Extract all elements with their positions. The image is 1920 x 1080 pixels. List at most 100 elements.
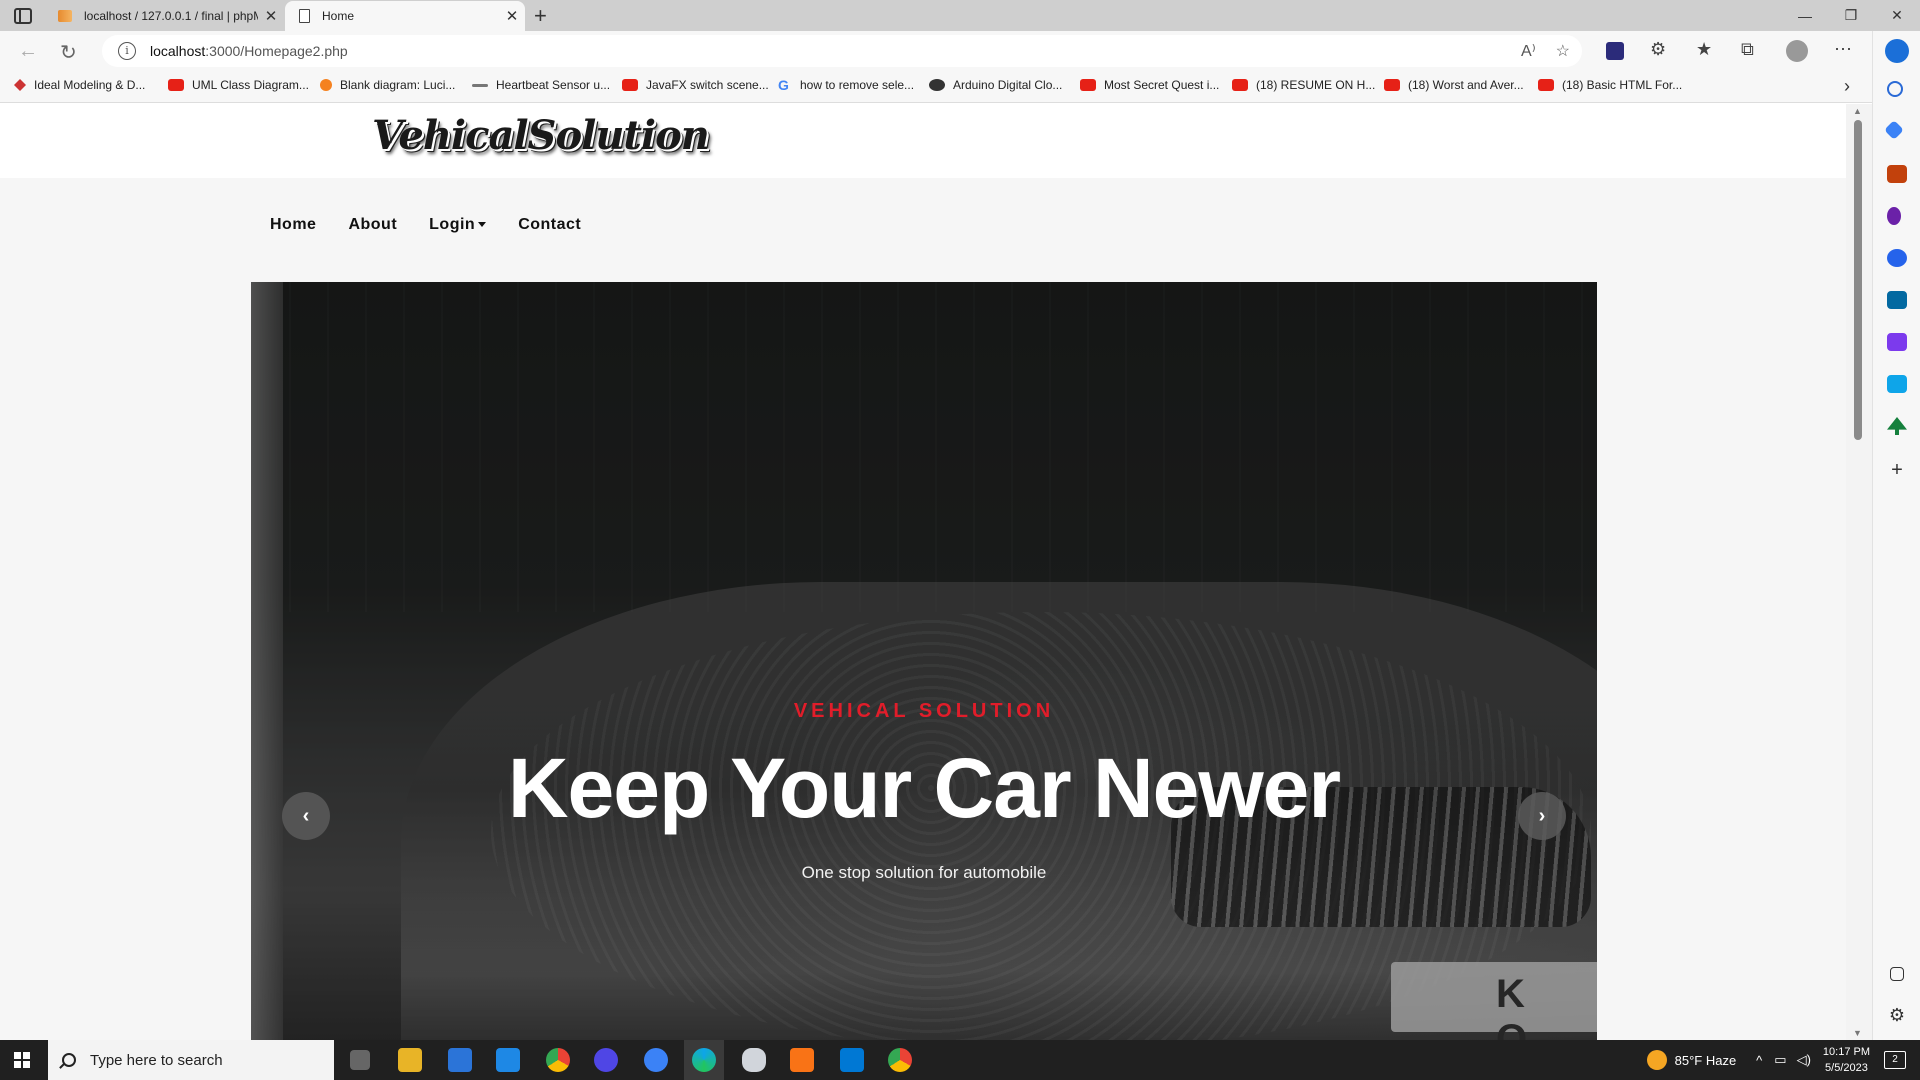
extensions-puzzle-icon[interactable]: ⚙	[1650, 39, 1666, 60]
address-bar[interactable]: i localhost:3000/Homepage2.php A⁾ ☆	[102, 35, 1582, 67]
phpmyadmin-favicon-icon	[58, 9, 72, 22]
caret-down-icon	[478, 222, 487, 228]
bookmark-item[interactable]: Ideal Modeling & D...	[14, 78, 145, 92]
extension-icon[interactable]	[1606, 42, 1624, 60]
store-icon[interactable]	[448, 1048, 472, 1072]
close-icon[interactable]: ✕	[499, 7, 525, 25]
nav-menu: Home About Login Contact	[270, 216, 581, 234]
favorites-icon[interactable]: ★	[1696, 39, 1712, 60]
bookmark-item[interactable]: JavaFX switch scene...	[622, 78, 769, 92]
favorite-add-icon[interactable]: ☆	[1556, 41, 1570, 61]
bookmark-item[interactable]: UML Class Diagram...	[168, 78, 309, 92]
network-icon[interactable]: ▭	[1774, 1052, 1786, 1068]
window-close-icon[interactable]: ✕	[1874, 0, 1920, 31]
more-icon[interactable]: ⋯	[1834, 39, 1852, 60]
chevron-up-icon[interactable]: ^	[1756, 1053, 1762, 1068]
mail-icon[interactable]	[496, 1048, 520, 1072]
chrome-icon[interactable]	[546, 1048, 570, 1072]
taskbar-search-placeholder: Type here to search	[90, 1051, 223, 1069]
info-icon[interactable]: i	[118, 42, 136, 60]
designer-icon[interactable]	[1887, 333, 1907, 351]
search-icon	[62, 1053, 76, 1067]
app-icon[interactable]	[594, 1048, 618, 1072]
address-toolbar: ← ↻ i localhost:3000/Homepage2.php A⁾ ☆ …	[0, 31, 1920, 71]
site-logo[interactable]: VehicalSolution	[372, 112, 710, 159]
page-favicon-icon	[299, 9, 310, 23]
notifications-icon[interactable]: 2	[1884, 1051, 1906, 1069]
back-icon[interactable]: ←	[18, 40, 38, 63]
hero-kicker: VEHICAL SOLUTION	[793, 700, 1055, 722]
scroll-down-icon[interactable]: ▼	[1853, 1028, 1862, 1038]
read-aloud-icon[interactable]: A⁾	[1521, 41, 1536, 61]
tree-icon[interactable]	[1887, 417, 1907, 435]
carousel-next-button[interactable]: ›	[1518, 792, 1566, 840]
hero-title: Keep Your Car Newer	[507, 741, 1341, 835]
vscode-icon[interactable]	[840, 1048, 864, 1072]
outlook-icon[interactable]	[1887, 291, 1907, 309]
scroll-up-icon[interactable]: ▲	[1853, 106, 1862, 116]
nav-about[interactable]: About	[348, 216, 397, 234]
tab-actions-icon[interactable]	[14, 8, 32, 24]
weather-icon[interactable]	[1646, 1050, 1667, 1070]
minimize-icon[interactable]: —	[1782, 0, 1828, 31]
reload-icon[interactable]: ↻	[60, 40, 77, 65]
bookmark-item[interactable]: (18) Basic HTML For...	[1538, 78, 1682, 92]
nav-login[interactable]: Login	[429, 216, 487, 234]
task-view-icon[interactable]	[350, 1050, 370, 1070]
close-icon[interactable]: ✕	[258, 7, 284, 25]
page-scrollbar[interactable]: ▲ ▼	[1846, 104, 1872, 1040]
bookmark-item[interactable]: Heartbeat Sensor u...	[472, 78, 610, 92]
tab-phpmyadmin[interactable]: localhost / 127.0.0.1 / final | phpMyAdm…	[46, 0, 284, 31]
app-icon[interactable]	[742, 1048, 766, 1072]
profile-avatar-icon[interactable]	[1786, 40, 1808, 62]
microsoft365-icon[interactable]	[1887, 249, 1907, 267]
bookmark-item[interactable]: (18) RESUME ON H...	[1232, 78, 1375, 92]
carousel-prev-button[interactable]: ‹	[282, 792, 330, 840]
url-text: localhost:3000/Homepage2.php	[150, 43, 348, 59]
window-controls: — ❐ ✕	[1782, 0, 1920, 31]
bookmark-item[interactable]: Most Secret Quest i...	[1080, 78, 1219, 92]
edge-icon[interactable]	[692, 1048, 716, 1072]
sidebar-toggle-icon[interactable]	[1890, 967, 1904, 981]
lucidchart-icon	[320, 79, 332, 91]
windows-start-icon[interactable]	[14, 1052, 30, 1068]
chevron-right-icon[interactable]: ›	[1844, 76, 1850, 97]
volume-icon[interactable]: ◁)	[1797, 1052, 1811, 1068]
xampp-icon[interactable]	[790, 1048, 814, 1072]
google-icon: G	[778, 77, 789, 93]
file-explorer-icon[interactable]	[398, 1048, 422, 1072]
tools-icon[interactable]	[1887, 165, 1907, 183]
nav-home[interactable]: Home	[270, 216, 316, 234]
youtube-icon	[168, 79, 184, 91]
scroll-thumb[interactable]	[1854, 120, 1862, 440]
windows-taskbar: Type here to search 85°F Haze ^ ▭ ◁) 10:…	[0, 1040, 1920, 1080]
taskbar-search[interactable]: Type here to search	[48, 1040, 334, 1080]
bookmark-item[interactable]: Arduino Digital Clo...	[929, 78, 1062, 92]
tab-home[interactable]: Home ✕	[285, 1, 525, 31]
youtube-icon	[1538, 79, 1554, 91]
nav-contact[interactable]: Contact	[518, 216, 581, 234]
settings-gear-icon[interactable]: ⚙	[1887, 1005, 1907, 1025]
add-icon[interactable]: +	[1887, 460, 1907, 480]
shopping-tag-icon[interactable]	[1884, 120, 1904, 140]
games-icon[interactable]	[1887, 207, 1901, 225]
bookmark-item[interactable]: Ghow to remove sele...	[778, 78, 914, 92]
send-icon[interactable]	[1887, 375, 1907, 393]
chevron-left-icon: ‹	[302, 804, 310, 827]
restore-icon[interactable]: ❐	[1828, 0, 1874, 31]
new-tab-icon[interactable]: +	[534, 3, 547, 29]
clock[interactable]: 10:17 PM 5/5/2023	[1823, 1044, 1870, 1076]
app-icon[interactable]	[644, 1048, 668, 1072]
chrome-icon[interactable]	[888, 1048, 912, 1072]
collections-icon[interactable]: ⧉	[1741, 39, 1754, 60]
bing-chat-icon[interactable]	[1885, 39, 1909, 63]
diamond-red-icon	[14, 79, 26, 91]
bookmark-item[interactable]: Blank diagram: Luci...	[320, 78, 455, 92]
clock-time: 10:17 PM	[1822, 1046, 1870, 1058]
search-icon[interactable]	[1887, 81, 1903, 97]
youtube-icon	[1232, 79, 1248, 91]
weather-text[interactable]: 85°F Haze	[1675, 1053, 1737, 1068]
bookmark-item[interactable]: (18) Worst and Aver...	[1384, 78, 1524, 92]
youtube-icon	[1080, 79, 1096, 91]
hero-overlay	[251, 282, 1597, 1040]
